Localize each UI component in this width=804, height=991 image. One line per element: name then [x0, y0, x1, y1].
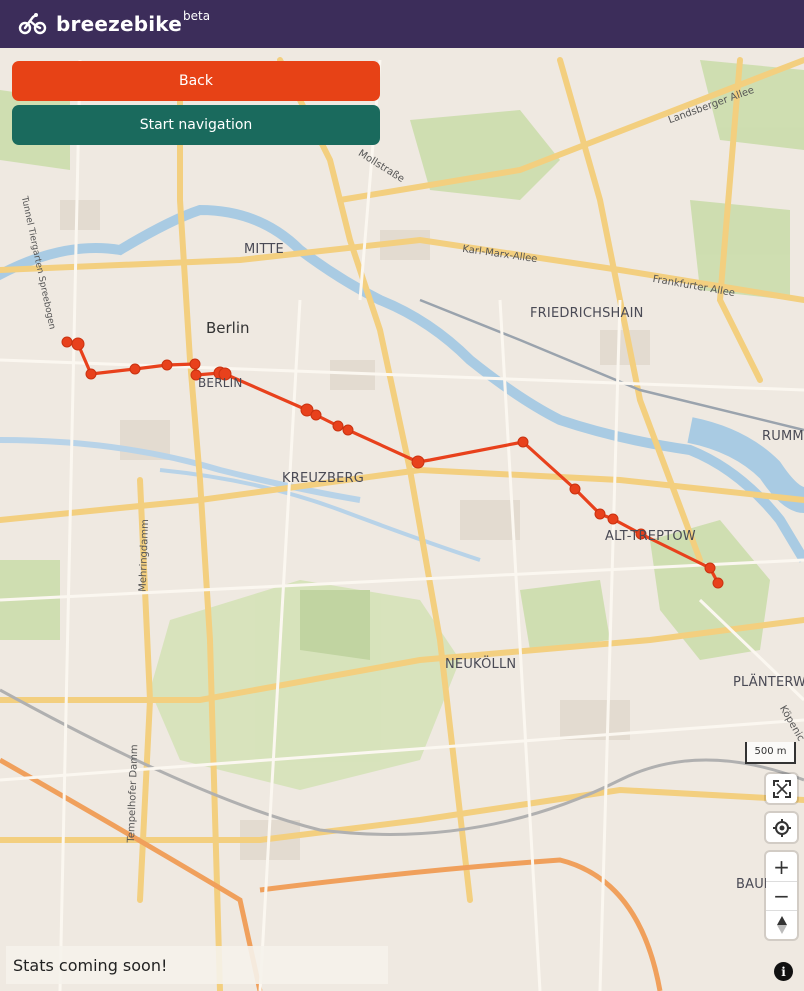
fullscreen-control	[766, 774, 797, 803]
fullscreen-button[interactable]	[766, 774, 797, 803]
label-neukoelln: NEUKÖLLN	[445, 657, 517, 672]
label-friedrichshain: FRIEDRICHSHAIN	[530, 306, 644, 321]
zoom-out-button[interactable]: −	[766, 881, 797, 910]
compass-button[interactable]	[766, 910, 797, 939]
compass-icon	[776, 916, 787, 934]
label-rummelsburg: RUMMI	[762, 429, 804, 444]
fullscreen-icon	[772, 779, 791, 798]
info-icon[interactable]: i	[774, 962, 793, 981]
start-navigation-button[interactable]: Start navigation	[12, 105, 380, 145]
label-kreuzberg: KREUZBERG	[282, 471, 365, 486]
map-canvas[interactable]: MITTE Berlin BERLIN FRIEDRICHSHAIN KREUZ…	[0, 48, 804, 991]
stats-panel: Stats coming soon!	[6, 946, 388, 984]
back-button[interactable]: Back	[12, 61, 380, 101]
label-berlin-district: BERLIN	[198, 376, 243, 390]
label-mitte: MITTE	[244, 242, 284, 257]
app-header: breezebike beta	[0, 0, 804, 48]
bicycle-icon	[18, 13, 47, 35]
beta-badge: beta	[183, 9, 211, 23]
zoom-control: + −	[766, 852, 797, 939]
label-berlin: Berlin	[206, 319, 250, 337]
zoom-in-button[interactable]: +	[766, 852, 797, 881]
label-alt-treptow: ALT-TREPTOW	[605, 529, 696, 544]
scale-bar: 500 m	[745, 742, 796, 764]
label-plaenterwald: PLÄNTERWA	[733, 675, 804, 690]
locate-button[interactable]	[766, 813, 797, 842]
brand-name: breezebike	[56, 12, 183, 36]
locate-control	[766, 813, 797, 842]
locate-icon	[772, 818, 791, 837]
map-background	[0, 57, 804, 991]
